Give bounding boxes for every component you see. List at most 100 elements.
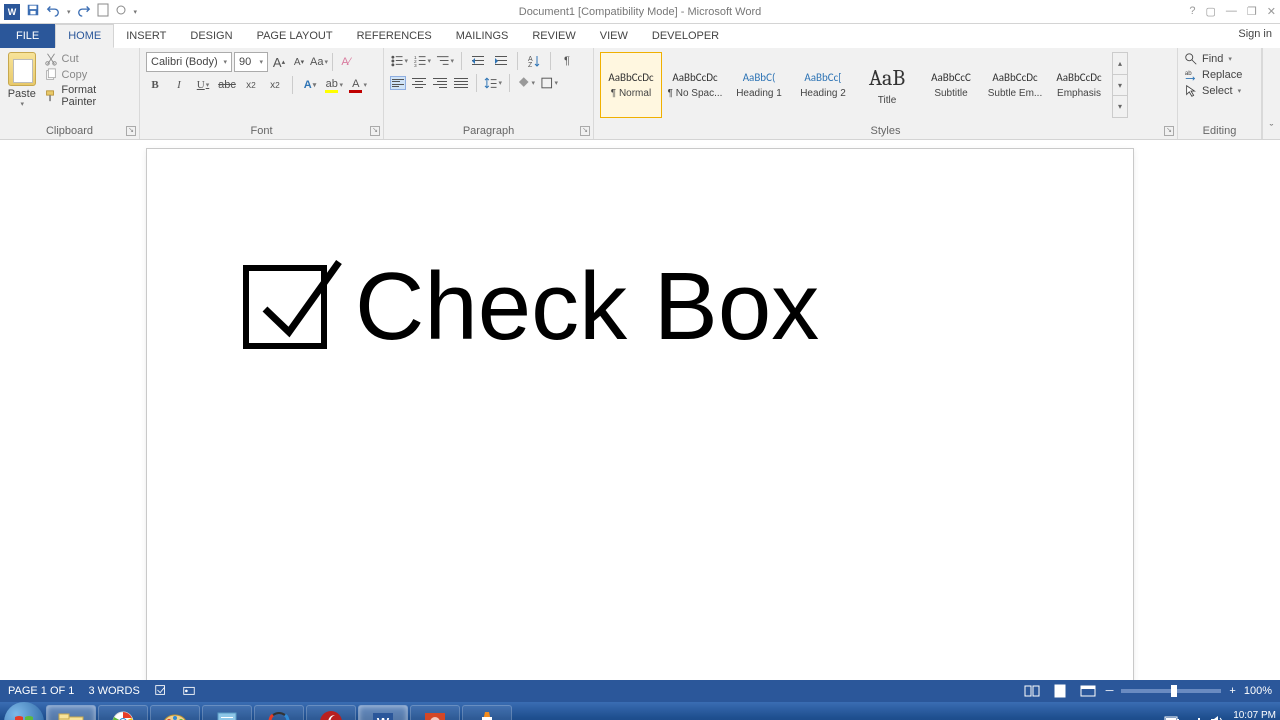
font-dialog-launcher[interactable]: ↘ [370,126,380,136]
taskbar-explorer[interactable] [46,705,96,720]
taskbar-flash[interactable] [306,705,356,720]
change-case-button[interactable]: Aa [310,53,328,71]
tray-network-icon[interactable] [1188,715,1202,720]
paste-button[interactable]: Paste ▾ [6,52,38,108]
style-item-title[interactable]: AaBTitle [856,52,918,118]
style-item---no-spac---[interactable]: AaBbCcDc¶ No Spac... [664,52,726,118]
minimize-icon[interactable]: — [1226,5,1237,18]
print-layout-icon[interactable] [1050,683,1070,699]
tab-view[interactable]: VIEW [588,24,640,48]
page[interactable]: Check Box [146,148,1134,680]
new-doc-icon[interactable] [97,3,109,20]
tab-references[interactable]: REFERENCES [345,24,444,48]
tray-show-hidden-icon[interactable]: ▴ [1150,716,1156,720]
zoom-in-button[interactable]: + [1229,685,1235,697]
collapse-ribbon-button[interactable]: ˇ [1262,48,1280,139]
multilevel-list-button[interactable] [436,52,454,70]
style-item-emphasis[interactable]: AaBbCcDcEmphasis [1048,52,1110,118]
zoom-slider[interactable] [1121,689,1221,693]
copy-button[interactable]: Copy [44,68,133,82]
tray-battery-icon[interactable] [1164,715,1180,720]
document-area[interactable]: Check Box [0,140,1280,680]
style-item-heading-2[interactable]: AaBbCc[Heading 2 [792,52,854,118]
taskbar-audio[interactable] [254,705,304,720]
zoom-out-button[interactable]: ─ [1106,685,1114,697]
style-item-subtle-em---[interactable]: AaBbCcDcSubtle Em... [984,52,1046,118]
spell-check-icon[interactable] [154,683,168,700]
sort-button[interactable]: AZ [525,52,543,70]
taskbar-word[interactable]: W [358,705,408,720]
borders-button[interactable] [540,74,558,92]
highlight-button[interactable]: ab [325,76,343,94]
decrease-indent-button[interactable] [469,52,487,70]
font-name-combo[interactable]: Calibri (Body)▾ [146,52,232,72]
style-item---normal[interactable]: AaBbCcDc¶ Normal [600,52,662,118]
show-paragraph-marks-button[interactable]: ¶ [558,52,576,70]
word-count[interactable]: 3 WORDS [88,685,139,697]
save-icon[interactable] [26,3,40,20]
clipboard-dialog-launcher[interactable]: ↘ [126,126,136,136]
increase-indent-button[interactable] [492,52,510,70]
tab-file[interactable]: FILE [0,24,55,48]
taskbar-chrome[interactable] [98,705,148,720]
document-content[interactable]: Check Box [243,259,1037,355]
align-right-button[interactable] [432,76,448,90]
styles-dialog-launcher[interactable]: ↘ [1164,126,1174,136]
ribbon-display-icon[interactable]: ▢ [1206,5,1216,18]
style-item-subtitle[interactable]: AaBbCcCSubtitle [920,52,982,118]
format-painter-button[interactable]: Format Painter [44,84,133,108]
macro-record-icon[interactable] [182,683,196,700]
start-button[interactable] [4,702,44,720]
undo-icon[interactable] [46,3,60,20]
help-icon[interactable]: ? [1189,5,1195,18]
strikethrough-button[interactable]: abc [218,76,236,94]
shrink-font-button[interactable]: A▾ [290,53,308,71]
sign-in-link[interactable]: Sign in [1238,28,1272,40]
taskbar-powerpoint[interactable] [410,705,460,720]
tab-developer[interactable]: DEVELOPER [640,24,731,48]
bullets-button[interactable] [390,52,408,70]
close-icon[interactable]: ✕ [1267,5,1276,18]
shading-button[interactable] [517,74,535,92]
maximize-icon[interactable]: ❐ [1247,5,1257,18]
font-color-button[interactable]: A [349,76,367,94]
taskbar-paint[interactable] [150,705,200,720]
tab-insert[interactable]: INSERT [114,24,178,48]
qat-customize-icon[interactable]: ▾ [134,8,138,16]
page-status[interactable]: PAGE 1 OF 1 [8,685,74,697]
web-layout-icon[interactable] [1078,683,1098,699]
line-spacing-button[interactable] [484,74,502,92]
subscript-button[interactable]: x2 [242,76,260,94]
styles-more-button[interactable]: ▴▾▾ [1112,52,1128,118]
tab-page-layout[interactable]: PAGE LAYOUT [245,24,345,48]
replace-button[interactable]: abReplace [1184,68,1255,82]
touch-mode-icon[interactable] [115,4,127,19]
cut-button[interactable]: Cut [44,52,133,66]
zoom-level[interactable]: 100% [1244,685,1272,697]
grow-font-button[interactable]: A▴ [270,53,288,71]
align-left-button[interactable] [390,76,406,90]
text-effects-button[interactable]: A [301,76,319,94]
paragraph-dialog-launcher[interactable]: ↘ [580,126,590,136]
font-size-combo[interactable]: 90▾ [234,52,268,72]
align-justify-button[interactable] [453,76,469,90]
tab-mailings[interactable]: MAILINGS [444,24,521,48]
taskbar-vlc[interactable] [462,705,512,720]
align-center-button[interactable] [411,76,427,90]
redo-icon[interactable] [77,3,91,20]
read-mode-icon[interactable] [1022,683,1042,699]
document-text[interactable]: Check Box [355,259,819,355]
tab-design[interactable]: DESIGN [178,24,244,48]
select-button[interactable]: Select▾ [1184,84,1255,98]
taskbar-notes[interactable] [202,705,252,720]
tab-home[interactable]: HOME [55,24,114,48]
tab-review[interactable]: REVIEW [520,24,587,48]
underline-button[interactable]: U [194,76,212,94]
bold-button[interactable]: B [146,76,164,94]
numbering-button[interactable]: 123 [413,52,431,70]
italic-button[interactable]: I [170,76,188,94]
clear-formatting-button[interactable]: A⁄ [337,53,355,71]
find-button[interactable]: Find▾ [1184,52,1255,66]
tray-clock[interactable]: 10:07 PM 3/15/2018 [1232,710,1277,720]
undo-dropdown-icon[interactable]: ▾ [67,8,71,16]
